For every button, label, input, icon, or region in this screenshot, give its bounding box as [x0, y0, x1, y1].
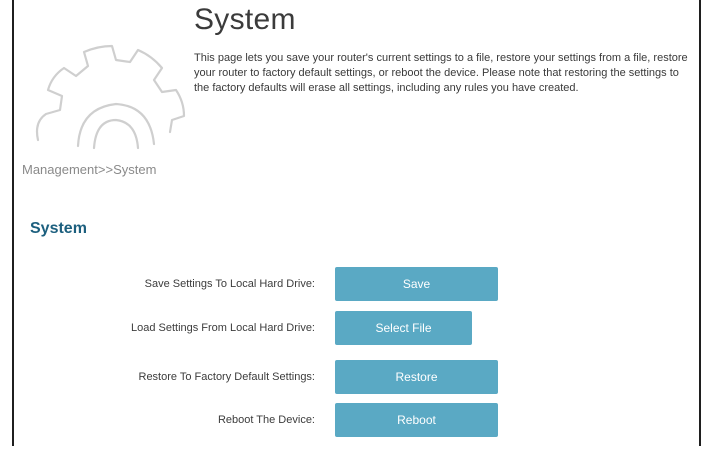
page-description: This page lets you save your router's cu… — [194, 52, 688, 94]
page-frame: System This page lets you save your rout… — [12, 0, 701, 446]
restore-defaults-label: Restore To Factory Default Settings: — [138, 371, 316, 383]
gear-icon — [35, 44, 186, 150]
save-button[interactable]: Save — [335, 267, 498, 301]
save-settings-label: Save Settings To Local Hard Drive: — [144, 278, 315, 290]
select-file-button[interactable]: Select File — [335, 311, 472, 345]
load-settings-label: Load Settings From Local Hard Drive: — [130, 322, 315, 334]
section-title: System — [30, 220, 87, 237]
breadcrumb: Management>>System — [22, 162, 157, 177]
reboot-button[interactable]: Reboot — [335, 403, 498, 437]
reboot-label: Reboot The Device: — [217, 414, 315, 426]
restore-button[interactable]: Restore — [335, 360, 498, 394]
page-title: System — [194, 3, 296, 36]
